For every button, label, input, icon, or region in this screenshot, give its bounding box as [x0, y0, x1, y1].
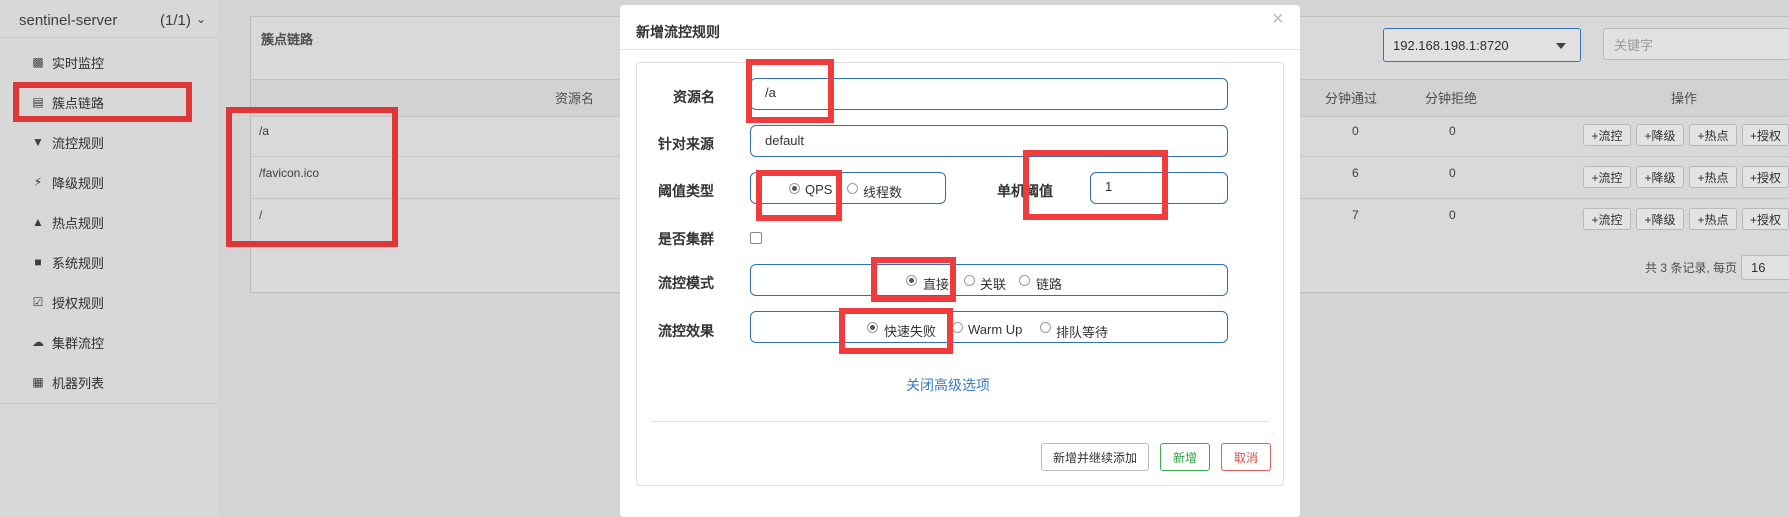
effect-queue-label: 排队等待 — [1056, 325, 1109, 340]
dialog-divider — [620, 49, 1300, 50]
cancel-button[interactable]: 取消 — [1221, 443, 1271, 471]
grade-thread-radio[interactable] — [847, 183, 858, 194]
limit-app-label: 针对来源 — [658, 136, 714, 152]
form-divider — [651, 421, 1269, 422]
dialog-title: 新增流控规则 — [636, 24, 720, 40]
highlight-box — [1023, 150, 1168, 220]
add-and-continue-button[interactable]: 新增并继续添加 — [1041, 443, 1149, 471]
highlight-box — [839, 308, 953, 354]
close-icon[interactable]: × — [1272, 8, 1284, 31]
cluster-checkbox[interactable] — [750, 232, 762, 244]
add-button[interactable]: 新增 — [1160, 443, 1210, 471]
effect-warm-up-label: Warm Up — [968, 322, 1023, 337]
strategy-label: 流控模式 — [658, 275, 714, 291]
cluster-label: 是否集群 — [658, 231, 714, 247]
strategy-chain-radio[interactable] — [1019, 275, 1030, 286]
grade-label: 阈值类型 — [658, 183, 714, 199]
highlight-box — [756, 170, 842, 221]
strategy-chain-label: 链路 — [1036, 277, 1063, 292]
highlight-box — [871, 257, 956, 302]
effect-queue-radio[interactable] — [1040, 322, 1051, 333]
grade-thread-label: 线程数 — [863, 185, 903, 200]
highlight-box — [746, 59, 834, 123]
resource-label: 资源名 — [673, 89, 715, 105]
strategy-relate-radio[interactable] — [964, 275, 975, 286]
toggle-advanced-link[interactable]: 关闭高级选项 — [906, 375, 990, 395]
strategy-relate-label: 关联 — [980, 277, 1007, 292]
effect-label: 流控效果 — [658, 323, 714, 339]
effect-warm-up-radio[interactable] — [952, 322, 963, 333]
